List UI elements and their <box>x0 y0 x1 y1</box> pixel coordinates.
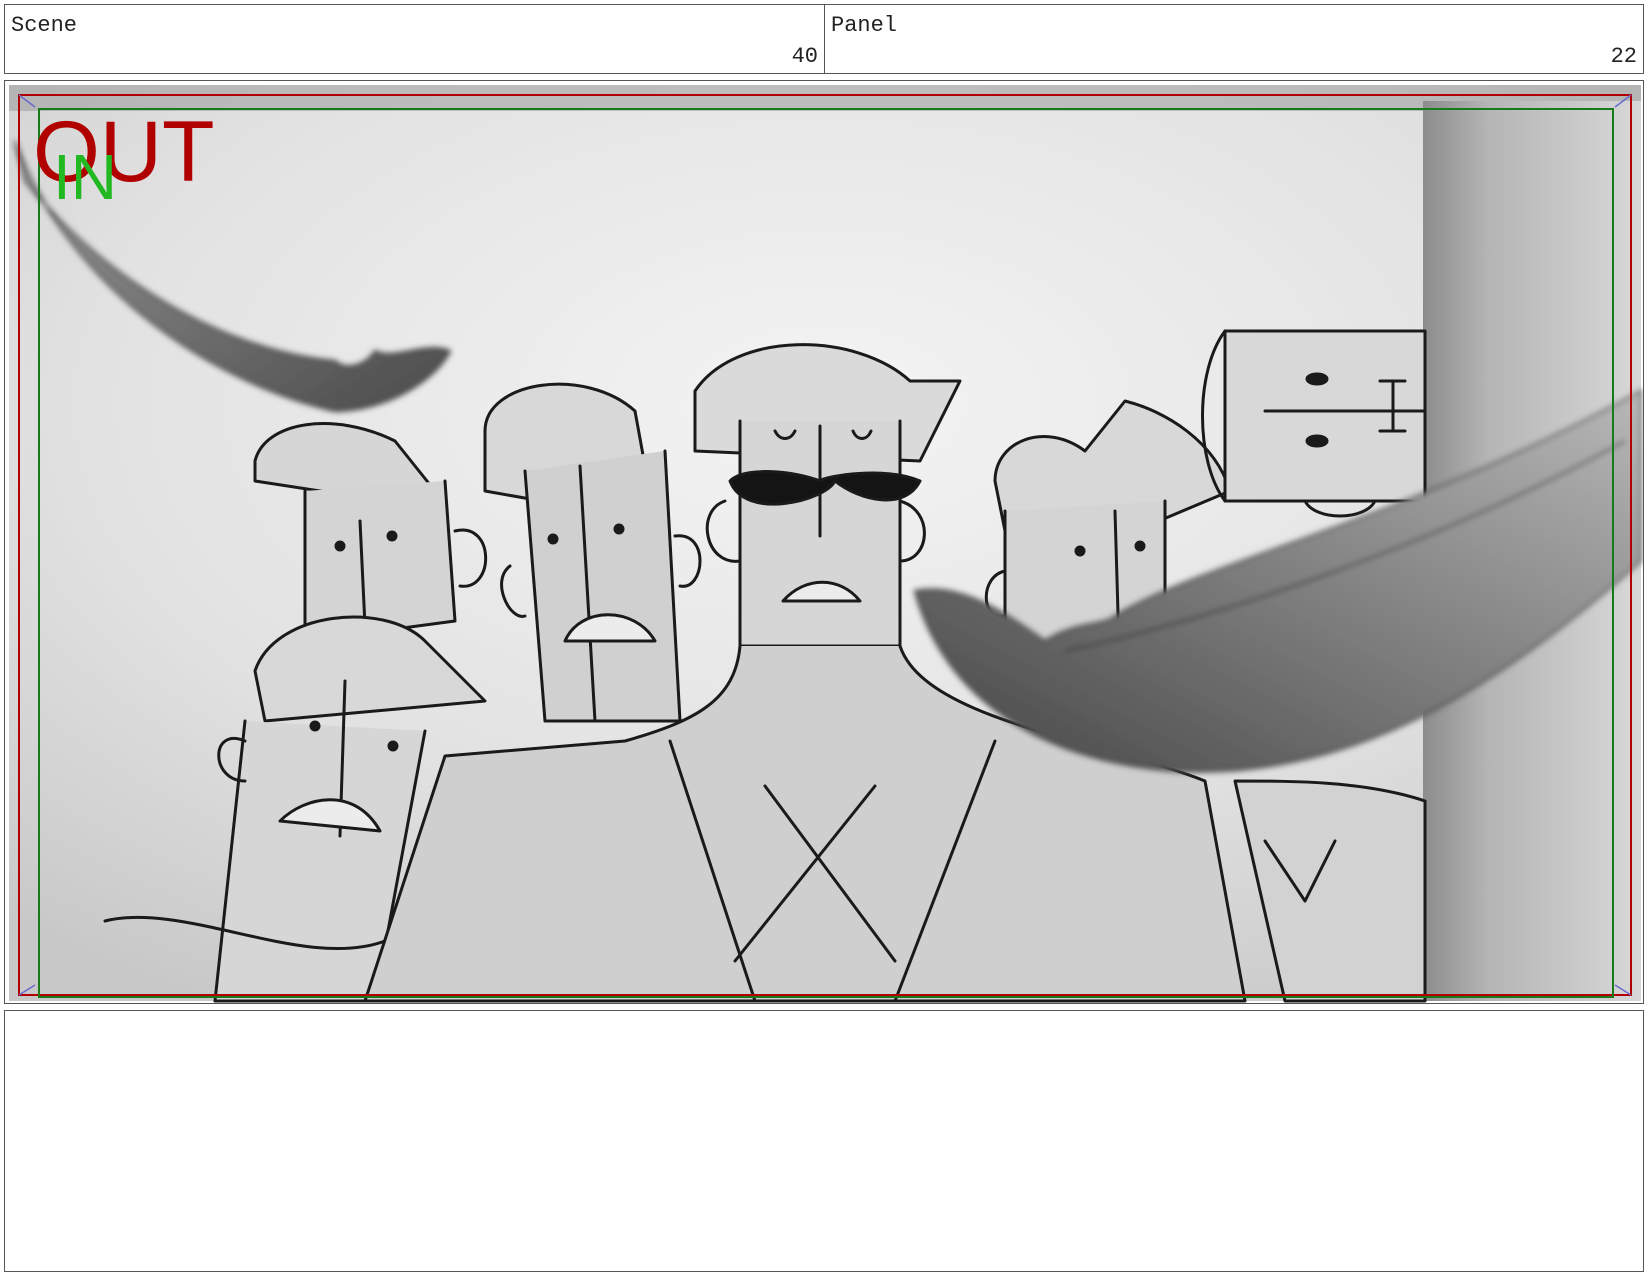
scene-cell: Scene 40 <box>5 5 825 73</box>
top-band <box>9 85 1641 111</box>
character-upside-down <box>1201 329 1427 518</box>
scene-number[interactable]: 40 <box>792 44 818 69</box>
in-label: IN <box>53 141 117 213</box>
panel-number[interactable]: 22 <box>1611 44 1637 69</box>
notes-area[interactable] <box>4 1010 1644 1272</box>
panel-label: Panel <box>831 13 898 38</box>
panel-header: Scene 40 Panel 22 <box>4 4 1644 74</box>
storyboard-frame[interactable]: OUT IN <box>4 80 1644 1004</box>
panel-cell: Panel 22 <box>825 5 1643 73</box>
storyboard-drawing: OUT IN <box>9 85 1642 1003</box>
scene-label: Scene <box>11 13 78 38</box>
